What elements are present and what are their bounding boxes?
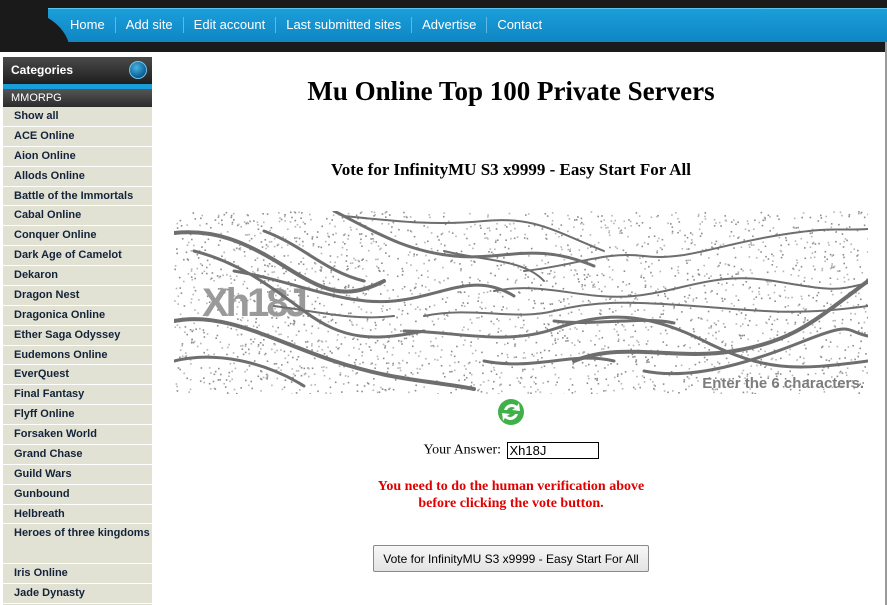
orb-icon — [129, 61, 147, 79]
category-item[interactable]: Final Fantasy — [3, 385, 152, 406]
category-item[interactable]: EverQuest — [3, 365, 152, 386]
error-line-1: You need to do the human verification ab… — [377, 479, 645, 494]
category-item[interactable]: Gunbound — [3, 484, 152, 505]
categories-sidebar: Categories MMORPG Show all ACE Online Ai… — [3, 57, 152, 605]
category-group-mmorpg: MMORPG — [3, 89, 152, 107]
category-item[interactable]: Allods Online — [3, 166, 152, 187]
category-item[interactable]: Battle of the Immortals — [3, 186, 152, 207]
captcha-hint: Enter the 6 characters. — [702, 375, 864, 392]
category-item[interactable]: Dekaron — [3, 266, 152, 286]
category-item[interactable]: Jade Dynasty — [3, 584, 152, 604]
nav-advertise[interactable]: Advertise — [411, 17, 486, 33]
category-item[interactable]: Aion Online — [3, 146, 152, 167]
page-title: Mu Online Top 100 Private Servers — [307, 76, 715, 106]
category-item[interactable]: ACE Online — [3, 126, 152, 147]
verification-error-message: You need to do the human verification ab… — [152, 478, 870, 512]
category-item[interactable]: Heroes of three kingdoms — [3, 524, 152, 565]
category-item[interactable]: Conquer Online — [3, 226, 152, 247]
answer-row: Your Answer: — [152, 442, 870, 459]
category-item[interactable]: Dark Age of Camelot — [3, 246, 152, 266]
category-item[interactable]: Helbreath — [3, 504, 152, 525]
category-list: Show all ACE Online Aion Online Allods O… — [3, 107, 152, 604]
captcha-noise: Xh18J — [174, 211, 868, 394]
answer-input[interactable] — [506, 442, 599, 459]
nav-last-submitted-sites[interactable]: Last submitted sites — [275, 17, 411, 33]
category-item[interactable]: Dragonica Online — [3, 305, 152, 326]
captcha-image: Xh18J Enter the 6 characters. — [174, 211, 868, 394]
nav-add-site[interactable]: Add site — [114, 17, 183, 33]
vote-heading: Vote for InfinityMU S3 x9999 - Easy Star… — [331, 160, 691, 179]
nav-home[interactable]: Home — [60, 17, 115, 33]
category-item[interactable]: Ether Saga Odyssey — [3, 325, 152, 346]
categories-header: Categories — [3, 57, 152, 84]
category-item[interactable]: Show all — [3, 107, 152, 127]
nav-contact[interactable]: Contact — [486, 17, 552, 33]
main-nav: Home Add site Edit account Last submitte… — [60, 8, 552, 42]
category-item[interactable]: Flyff Online — [3, 405, 152, 425]
categories-title: Categories — [11, 63, 74, 77]
category-item[interactable]: Iris Online — [3, 564, 152, 585]
top-navigation-bar: Home Add site Edit account Last submitte… — [0, 0, 887, 52]
refresh-captcha-icon[interactable] — [496, 397, 526, 427]
category-item[interactable]: Dragon Nest — [3, 285, 152, 306]
error-line-2: before clicking the vote button. — [418, 496, 604, 511]
category-item[interactable]: Forsaken World — [3, 425, 152, 445]
category-item[interactable]: Cabal Online — [3, 206, 152, 227]
category-item[interactable]: Grand Chase — [3, 444, 152, 465]
top-bar-edge — [0, 0, 887, 8]
answer-label: Your Answer: — [423, 442, 502, 458]
category-item[interactable]: Guild Wars — [3, 464, 152, 485]
vote-button[interactable]: Vote for InfinityMU S3 x9999 - Easy Star… — [373, 545, 649, 572]
category-item[interactable]: Eudemons Online — [3, 345, 152, 366]
captcha-distorted-text: Xh18J — [202, 281, 306, 325]
nav-edit-account[interactable]: Edit account — [182, 17, 276, 33]
